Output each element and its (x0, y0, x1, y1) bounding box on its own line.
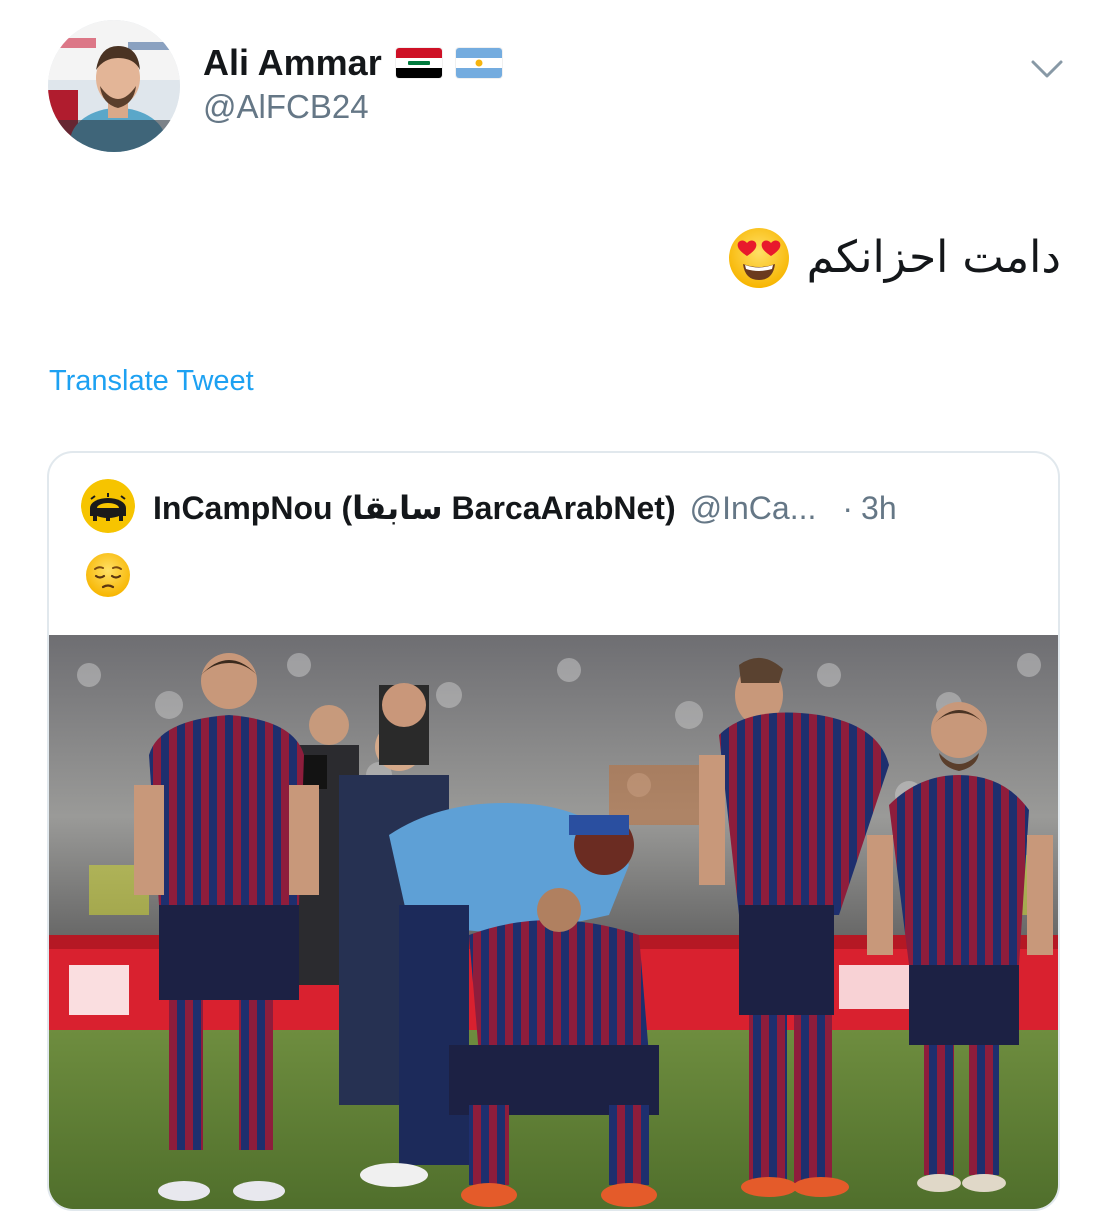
argentina-flag-icon (455, 48, 502, 78)
avatar-photo (48, 20, 180, 152)
pensive-face-emoji-icon (84, 551, 132, 599)
tweet-text: دامت احزانكم (727, 220, 1061, 296)
quoted-tweet-card[interactable]: InCampNou (سابقا BarcaArabNet) @InCa... … (47, 451, 1060, 1211)
smiling-face-with-heart-eyes-emoji-icon (727, 226, 791, 290)
quoted-tweet-timestamp[interactable]: 3h (861, 490, 897, 527)
tweet-text-content: دامت احزانكم (806, 232, 1061, 283)
chevron-down-icon[interactable] (1028, 52, 1066, 86)
football-players-image (49, 635, 1058, 1209)
stadium-logo-icon (81, 479, 135, 533)
author-avatar[interactable] (48, 20, 180, 152)
quoted-author-display-name[interactable]: InCampNou (سابقا BarcaArabNet) (153, 489, 676, 527)
author-name-row[interactable]: Ali Ammar (203, 40, 502, 86)
author-display-name[interactable]: Ali Ammar (203, 42, 382, 84)
separator-dot: · (842, 489, 854, 526)
quoted-tweet-photo[interactable] (49, 635, 1058, 1209)
quoted-author-avatar[interactable] (81, 479, 135, 533)
translate-tweet-link[interactable]: Translate Tweet (49, 365, 254, 398)
quoted-tweet-header: InCampNou (سابقا BarcaArabNet) @InCa... … (153, 487, 1033, 529)
iraq-flag-icon (395, 48, 442, 78)
quoted-tweet-text (84, 551, 132, 604)
author-handle[interactable]: @AlFCB24 (203, 88, 369, 126)
quoted-author-handle[interactable]: @InCa... (690, 490, 817, 527)
